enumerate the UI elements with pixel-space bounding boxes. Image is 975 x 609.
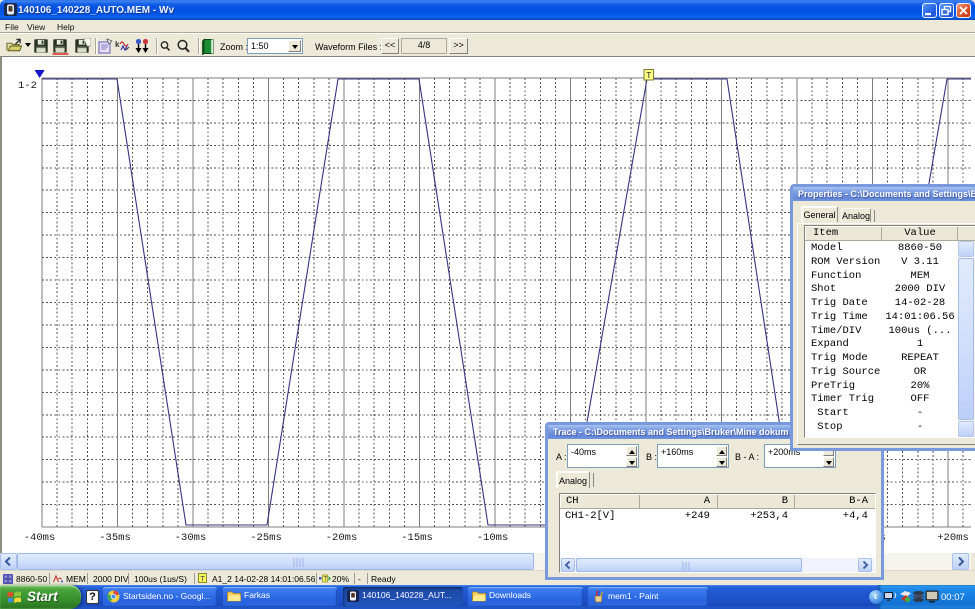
svg-text:-25ms: -25ms xyxy=(250,532,282,544)
svg-text:-30ms: -30ms xyxy=(175,532,207,544)
svg-text:-35ms: -35ms xyxy=(99,532,131,544)
svg-text:T: T xyxy=(646,71,651,80)
svg-text:-15ms: -15ms xyxy=(401,532,433,544)
svg-text:+20ms: +20ms xyxy=(937,532,969,544)
svg-text:-10ms: -10ms xyxy=(477,532,509,544)
svg-text:T: T xyxy=(323,576,328,583)
svg-text:1-2: 1-2 xyxy=(18,80,37,92)
svg-text:-40ms: -40ms xyxy=(24,532,56,544)
svg-text:-20ms: -20ms xyxy=(326,532,358,544)
